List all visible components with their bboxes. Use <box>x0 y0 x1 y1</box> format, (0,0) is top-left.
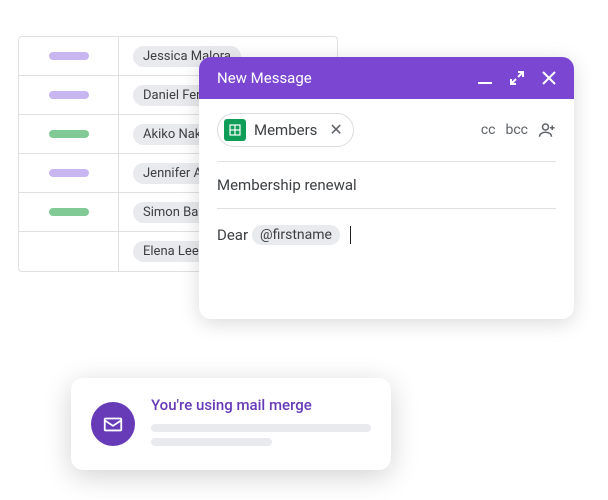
compose-header-actions <box>478 71 556 85</box>
bcc-button[interactable]: bcc <box>505 122 528 138</box>
mail-merge-toast: You're using mail merge <box>71 378 391 470</box>
expand-icon[interactable] <box>510 71 524 85</box>
add-contact-icon[interactable] <box>538 121 556 139</box>
subject-text: Membership renewal <box>217 176 357 194</box>
recipient-chip-label: Members <box>254 121 317 139</box>
close-icon[interactable] <box>542 71 556 85</box>
body-greeting: Dear <box>217 226 248 244</box>
toast-title: You're using mail merge <box>151 396 371 414</box>
status-cell <box>19 193 119 231</box>
cc-button[interactable]: cc <box>481 122 496 138</box>
to-field-row[interactable]: Members ✕ cc bcc <box>217 113 556 162</box>
status-cell <box>19 115 119 153</box>
status-cell <box>19 154 119 192</box>
minimize-icon[interactable] <box>478 71 492 85</box>
status-cell <box>19 76 119 114</box>
text-cursor <box>350 226 351 244</box>
placeholder-line <box>151 424 371 432</box>
compose-body: Members ✕ cc bcc Membership renewal Dear… <box>199 99 574 319</box>
name-cell: Elena Lee <box>119 241 209 262</box>
status-cell <box>19 232 119 271</box>
compose-window: New Message Members ✕ cc bcc Membership … <box>199 57 574 319</box>
toast-content: You're using mail merge <box>151 396 371 452</box>
cc-bcc-group: cc bcc <box>481 121 556 139</box>
placeholder-line <box>151 438 272 446</box>
merge-field-tag: @firstname <box>252 225 340 245</box>
subject-field[interactable]: Membership renewal <box>217 162 556 209</box>
sheets-icon <box>224 119 246 141</box>
mail-merge-icon <box>91 402 135 446</box>
status-pill <box>49 208 89 216</box>
status-pill <box>49 169 89 177</box>
recipient-chip[interactable]: Members ✕ <box>217 113 354 147</box>
status-cell <box>19 37 119 75</box>
name-chip: Elena Lee <box>133 241 209 262</box>
status-pill <box>49 91 89 99</box>
chip-remove-icon[interactable]: ✕ <box>329 122 342 138</box>
compose-header: New Message <box>199 57 574 99</box>
status-pill <box>49 130 89 138</box>
status-pill <box>49 52 89 60</box>
compose-title: New Message <box>217 69 312 87</box>
body-field[interactable]: Dear @firstname <box>217 209 556 305</box>
